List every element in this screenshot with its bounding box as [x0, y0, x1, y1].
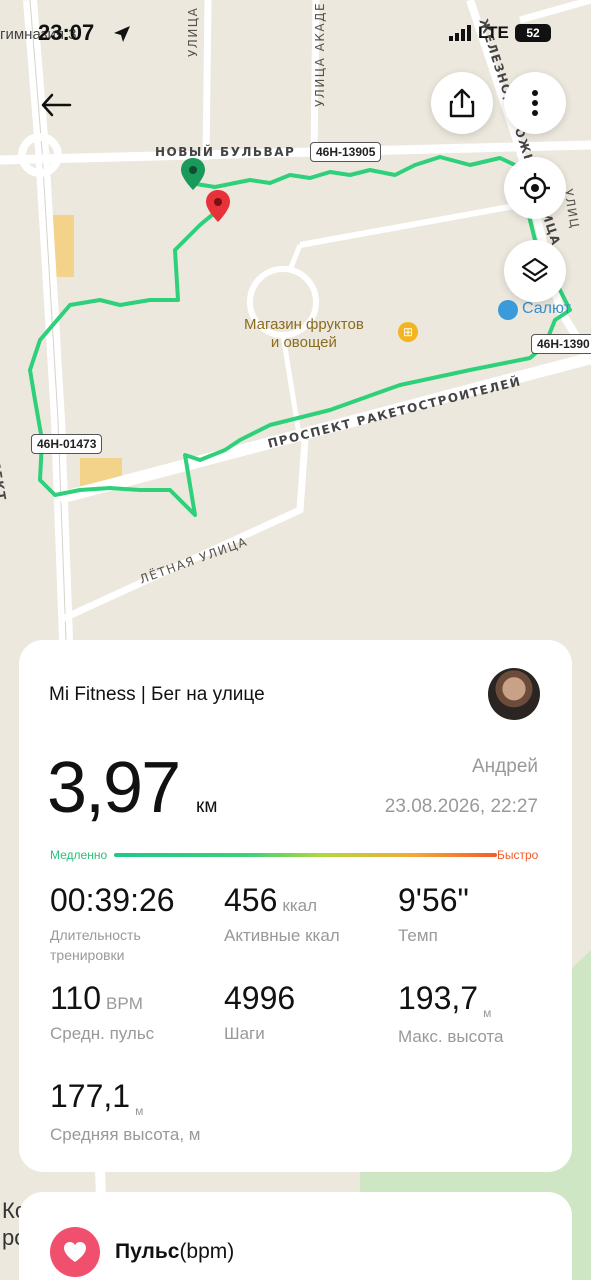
more-vertical-icon [532, 90, 538, 116]
avg-hr-value: 110 [50, 980, 102, 1016]
poi-store-label[interactable]: Магазин фруктов и овощей [244, 316, 364, 352]
avg-alt-label: Средняя высота, м [50, 1125, 201, 1144]
share-button[interactable] [431, 72, 493, 134]
metric-avg-hr: 110 BPM Средн. пульс [50, 980, 154, 1045]
back-arrow-icon [41, 93, 72, 117]
locate-button[interactable] [504, 157, 566, 219]
steps-label: Шаги [224, 1024, 265, 1043]
pulse-title: Пульс(bpm) [115, 1240, 234, 1264]
max-alt-label: Макс. высота [398, 1027, 504, 1046]
steps-value: 4996 [224, 980, 296, 1016]
metric-steps: 4996 Шаги [224, 980, 295, 1045]
calories-label: Активные ккал [224, 926, 340, 945]
workout-title: Mi Fitness | Бег на улице [49, 684, 265, 705]
avatar[interactable] [488, 668, 540, 720]
gym-icon [498, 300, 518, 320]
workout-date: 23.08.2026, 22:27 [384, 796, 538, 817]
road-shield-01473: 46Н-01473 [31, 434, 103, 454]
max-alt-unit: м [483, 1006, 492, 1020]
road-shield-13905: 46Н-13905 [310, 142, 382, 162]
basket-icon: ⊞ [398, 322, 418, 342]
avg-alt-value: 177,1 [50, 1078, 131, 1114]
share-icon [449, 88, 475, 118]
metric-calories: 456 ккал Активные ккал [224, 882, 340, 947]
layers-button[interactable] [504, 240, 566, 302]
signal-icon [449, 25, 471, 41]
pulse-title-text: Пульс [115, 1240, 180, 1263]
status-bar: гимназия 3 23:07 LTE 52 [0, 0, 591, 64]
max-alt-value: 193,7 [398, 980, 479, 1016]
more-button[interactable] [504, 72, 566, 134]
road-shield-1390: 46Н-1390 [531, 334, 591, 354]
heart-icon [64, 1242, 86, 1262]
speed-fast-label: Быстро [497, 848, 539, 862]
duration-value: 00:39:26 [50, 882, 175, 918]
street-label-novy-bulvar: НОВЫЙ БУЛЬВАР [155, 145, 296, 159]
speed-gradient-bar [114, 853, 497, 857]
metric-avg-alt: 177,1 м Средняя высота, м [50, 1078, 200, 1146]
distance-unit: км [196, 796, 218, 817]
speed-slow-label: Медленно [50, 848, 108, 862]
distance-value: 3,97 [47, 748, 181, 828]
pace-value: 9'56" [398, 882, 469, 918]
avg-alt-unit: м [135, 1104, 144, 1118]
metric-max-alt: 193,7 м Макс. высота [398, 980, 503, 1048]
back-button[interactable] [36, 88, 76, 122]
pulse-unit: (bpm) [179, 1240, 235, 1263]
clock: 23:07 [38, 20, 95, 45]
avg-hr-unit: BPM [106, 994, 143, 1013]
user-name: Андрей [472, 756, 538, 777]
workout-summary-card: Mi Fitness | Бег на улице 3,97 км Андрей… [19, 640, 572, 1172]
battery-icon: 52 [515, 24, 551, 42]
pace-label: Темп [398, 926, 438, 945]
network-type: LTE [478, 23, 509, 42]
start-marker-icon [181, 158, 205, 190]
calories-unit: ккал [282, 896, 318, 915]
end-marker-icon [206, 190, 230, 222]
metric-pace: 9'56" Темп [398, 882, 469, 947]
calories-value: 456 [224, 882, 278, 918]
metric-duration: 00:39:26 Длительность тренировки [50, 882, 175, 965]
location-arrow-icon [114, 26, 130, 42]
poi-salut-label[interactable]: Салют [522, 300, 571, 318]
pulse-card[interactable]: Пульс(bpm) [19, 1192, 572, 1280]
layers-icon [521, 257, 549, 283]
locate-icon [520, 173, 550, 203]
duration-label: Длительность тренировки [50, 927, 141, 963]
avg-hr-label: Средн. пульс [50, 1024, 155, 1043]
heart-badge [50, 1227, 100, 1277]
